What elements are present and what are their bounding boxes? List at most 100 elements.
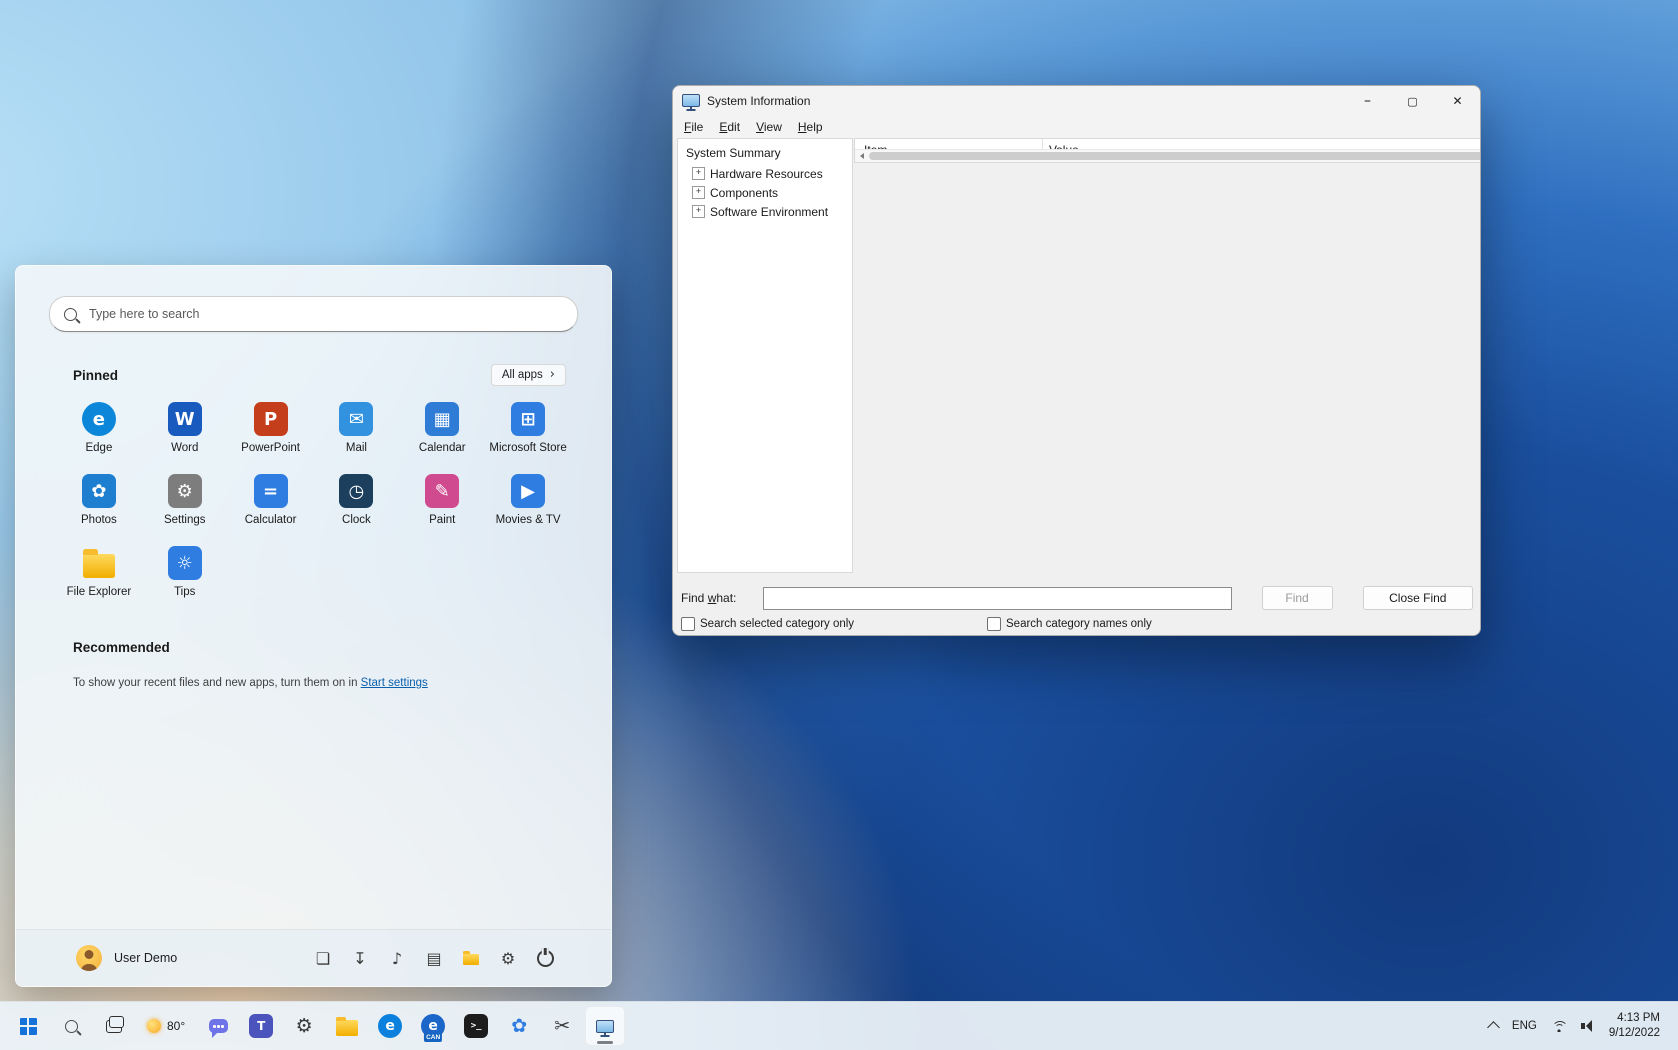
search-input[interactable] [87, 306, 563, 322]
app-microsoft-store[interactable]: ⊞Microsoft Store [485, 396, 571, 460]
menu-view[interactable]: View [748, 117, 790, 137]
search-category-names-checkbox[interactable] [987, 617, 1001, 631]
music-icon: ♪ [392, 949, 402, 968]
network-icon[interactable] [1551, 1021, 1567, 1032]
tree-children: +Hardware Resources+Components+Software … [684, 164, 852, 221]
expand-icon[interactable]: + [692, 186, 705, 199]
app-mail[interactable]: ✉Mail [314, 396, 400, 460]
terminal-button[interactable]: >_ [456, 1006, 496, 1046]
documents-button[interactable]: ❏ [309, 944, 337, 972]
system-information-button[interactable] [585, 1006, 625, 1046]
app-paint[interactable]: ✎Paint [399, 468, 485, 532]
music-button[interactable]: ♪ [383, 944, 411, 972]
system-information-icon [596, 1020, 614, 1033]
task-view-button[interactable] [94, 1006, 134, 1046]
app-powerpoint[interactable]: PPowerPoint [228, 396, 314, 460]
maximize-button[interactable]: ▢ [1390, 86, 1435, 116]
widgets-button[interactable]: 80° [137, 1006, 195, 1046]
widgets-icon [147, 1019, 161, 1033]
search-selected-category-checkbox[interactable] [681, 617, 695, 631]
photos-button[interactable]: ✿ [499, 1006, 539, 1046]
app-label: Edge [85, 442, 112, 454]
app-calculator[interactable]: =Calculator [228, 468, 314, 532]
pictures-icon: ▤ [426, 949, 441, 968]
time-label: 4:13 PM [1609, 1011, 1660, 1026]
taskbar-apps: 80° T⚙ eeCAN>_✿✂ [8, 1006, 625, 1046]
all-apps-button[interactable]: All apps › [491, 364, 566, 386]
user-bar: User Demo ❏ ↧ ♪ ▤ ⚙ [16, 929, 611, 986]
language-indicator[interactable]: ENG [1512, 1020, 1537, 1032]
search-button[interactable] [51, 1006, 91, 1046]
search-category-names-label: Search category names only [1006, 618, 1152, 630]
app-edge[interactable]: eEdge [56, 396, 142, 460]
search-selected-category-label: Search selected category only [700, 618, 854, 630]
find-button[interactable]: Find [1262, 586, 1333, 610]
horizontal-scroll-thumb[interactable] [869, 152, 1481, 160]
tree-item-label: Components [710, 186, 778, 200]
app-tips[interactable]: ☼Tips [142, 540, 228, 604]
chat-button[interactable] [198, 1006, 238, 1046]
menu-file[interactable]: File [676, 117, 711, 137]
app-word[interactable]: WWord [142, 396, 228, 460]
app-label: PowerPoint [241, 442, 300, 454]
downloads-button[interactable]: ↧ [346, 944, 374, 972]
search-icon [64, 308, 77, 321]
canary-badge: CAN [424, 1033, 442, 1042]
menu-edit[interactable]: Edit [711, 117, 748, 137]
find-what-label: Find what: [681, 591, 763, 605]
search-box[interactable] [49, 296, 578, 332]
settings-quick-icon: ⚙ [501, 949, 515, 968]
horizontal-scrollbar[interactable] [855, 149, 1481, 162]
edge-icon: e [378, 1014, 402, 1038]
calculator-icon: = [254, 474, 288, 508]
folders-button[interactable] [457, 944, 485, 972]
expand-icon[interactable]: + [692, 167, 705, 180]
app-settings[interactable]: ⚙Settings [142, 468, 228, 532]
app-photos[interactable]: ✿Photos [56, 468, 142, 532]
start-icon [20, 1018, 37, 1035]
menu-help[interactable]: Help [790, 117, 831, 137]
volume-icon[interactable] [1581, 1020, 1595, 1032]
start-settings-link[interactable]: Start settings [361, 677, 428, 689]
find-bar: Find what: Find Close Find Search select… [673, 579, 1480, 635]
documents-icon: ❏ [316, 949, 330, 968]
pictures-button[interactable]: ▤ [420, 944, 448, 972]
teams-button[interactable]: T [241, 1006, 281, 1046]
snipping-tool-button[interactable]: ✂ [542, 1006, 582, 1046]
close-button[interactable]: ✕ [1435, 86, 1480, 116]
power-button[interactable] [531, 944, 559, 972]
tree-item-system-summary[interactable]: System Summary [684, 144, 852, 164]
edge-button[interactable]: e [370, 1006, 410, 1046]
app-calendar[interactable]: ▦Calendar [399, 396, 485, 460]
start-button[interactable] [8, 1006, 48, 1046]
clock-icon: ◷ [339, 474, 373, 508]
calendar-icon: ▦ [425, 402, 459, 436]
settings-quick-button[interactable]: ⚙ [494, 944, 522, 972]
system-information-window: System Information – ▢ ✕ FileEditViewHel… [672, 85, 1481, 636]
title-bar[interactable]: System Information – ▢ ✕ [673, 86, 1480, 116]
app-clock[interactable]: ◷Clock [314, 468, 400, 532]
user-profile-button[interactable]: User Demo [76, 945, 177, 971]
edge-canary-button[interactable]: eCAN [413, 1006, 453, 1046]
recommended-title: Recommended [73, 640, 170, 655]
app-label: Microsoft Store [489, 442, 566, 454]
app-movies-tv[interactable]: ▶Movies & TV [485, 468, 571, 532]
file-explorer-button[interactable] [327, 1006, 367, 1046]
quick-icons: ❏ ↧ ♪ ▤ ⚙ [309, 944, 559, 972]
settings-button[interactable]: ⚙ [284, 1006, 324, 1046]
minimize-button[interactable]: – [1345, 86, 1390, 116]
hidden-icons-chevron[interactable] [1487, 1021, 1500, 1034]
recommended-text: To show your recent files and new apps, … [73, 677, 554, 689]
app-file-explorer[interactable]: File Explorer [56, 540, 142, 604]
tree-item-hardware-resources[interactable]: +Hardware Resources [684, 164, 852, 183]
tree-item-software-environment[interactable]: +Software Environment [684, 202, 852, 221]
desktop: { "theme": { "accent": "#0a60ac", "selec… [0, 0, 1678, 1050]
taskbar: 80° T⚙ eeCAN>_✿✂ ENG 4:13 PM 9/12/2022 [0, 1001, 1678, 1050]
expand-icon[interactable]: + [692, 205, 705, 218]
close-find-button[interactable]: Close Find [1363, 586, 1473, 610]
chat-icon [209, 1019, 228, 1033]
pinned-title: Pinned [73, 368, 118, 383]
find-input[interactable] [763, 587, 1232, 610]
tree-item-components[interactable]: + Components [684, 183, 852, 202]
clock[interactable]: 4:13 PM 9/12/2022 [1609, 1011, 1660, 1041]
